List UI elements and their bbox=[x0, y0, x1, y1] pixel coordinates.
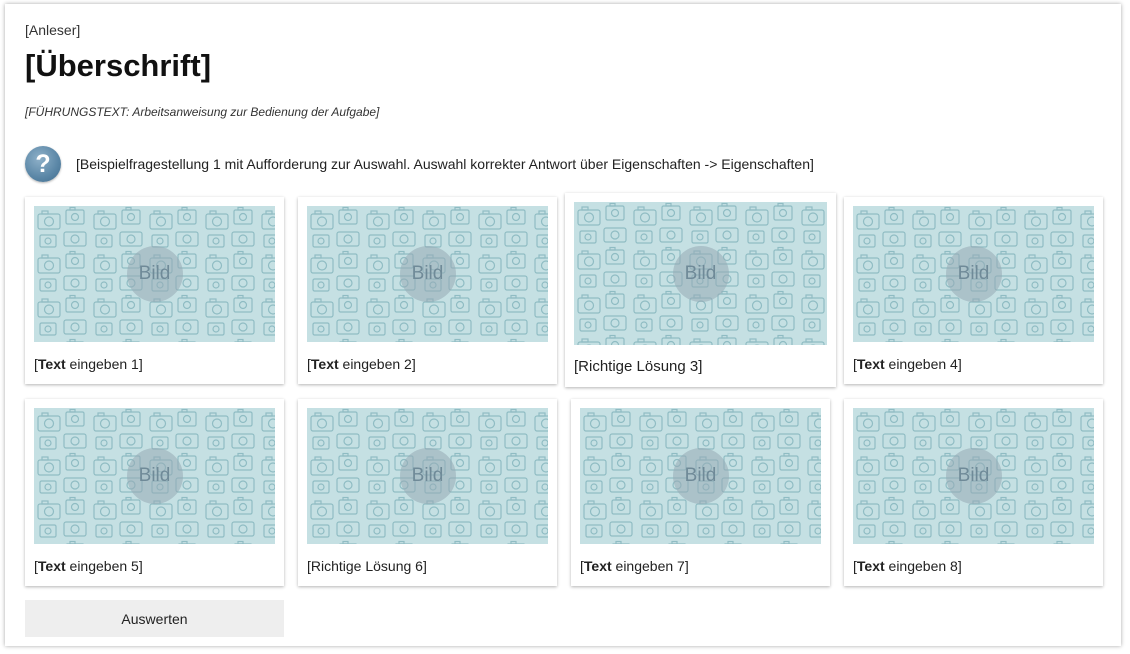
lead-text: [FÜHRUNGSTEXT: Arbeitsanweisung zur Bedi… bbox=[25, 105, 380, 119]
question-mark-icon[interactable]: ? bbox=[25, 146, 61, 182]
overline: [Anleser] bbox=[25, 22, 81, 38]
option-label: [Richtige Lösung 3] bbox=[574, 358, 703, 375]
question-text: [Beispielfragestellung 1 mit Aufforderun… bbox=[76, 156, 814, 172]
option-card-4[interactable]: Bild [Text eingeben 4] bbox=[844, 197, 1103, 384]
option-label: [Text eingeben 2] bbox=[307, 356, 416, 372]
option-label: [Text eingeben 5] bbox=[34, 558, 143, 574]
option-label: [Text eingeben 1] bbox=[34, 356, 143, 372]
image-placeholder: Bild bbox=[34, 408, 275, 544]
option-card-5[interactable]: Bild [Text eingeben 5] bbox=[25, 399, 284, 586]
option-card-3[interactable]: Bild [Richtige Lösung 3] bbox=[565, 193, 836, 387]
image-label: Bild bbox=[399, 448, 456, 504]
option-label: [Text eingeben 4] bbox=[853, 356, 962, 372]
image-placeholder: Bild bbox=[574, 202, 827, 345]
image-placeholder: Bild bbox=[307, 206, 548, 342]
option-label: [Text eingeben 8] bbox=[853, 558, 962, 574]
image-label: Bild bbox=[945, 246, 1002, 302]
option-card-6[interactable]: Bild [Richtige Lösung 6] bbox=[298, 399, 557, 586]
option-card-2[interactable]: Bild [Text eingeben 2] bbox=[298, 197, 557, 384]
image-label: Bild bbox=[672, 448, 729, 504]
image-label: Bild bbox=[126, 448, 183, 504]
option-card-7[interactable]: Bild [Text eingeben 7] bbox=[571, 399, 830, 586]
question-row: ? [Beispielfragestellung 1 mit Aufforder… bbox=[25, 145, 814, 183]
option-label: [Richtige Lösung 6] bbox=[307, 558, 427, 574]
task-panel: [Anleser] [Überschrift] [FÜHRUNGSTEXT: A… bbox=[5, 4, 1121, 646]
image-label: Bild bbox=[945, 448, 1002, 504]
option-card-8[interactable]: Bild [Text eingeben 8] bbox=[844, 399, 1103, 586]
image-label: Bild bbox=[672, 245, 729, 302]
evaluate-button[interactable]: Auswerten bbox=[25, 600, 284, 637]
option-card-1[interactable]: Bild [Text eingeben 1] bbox=[25, 197, 284, 384]
option-label: [Text eingeben 7] bbox=[580, 558, 689, 574]
image-placeholder: Bild bbox=[853, 408, 1094, 544]
image-label: Bild bbox=[126, 246, 183, 302]
page-title: [Überschrift] bbox=[25, 48, 212, 83]
image-placeholder: Bild bbox=[580, 408, 821, 544]
image-placeholder: Bild bbox=[34, 206, 275, 342]
image-label: Bild bbox=[399, 246, 456, 302]
image-placeholder: Bild bbox=[853, 206, 1094, 342]
image-placeholder: Bild bbox=[307, 408, 548, 544]
